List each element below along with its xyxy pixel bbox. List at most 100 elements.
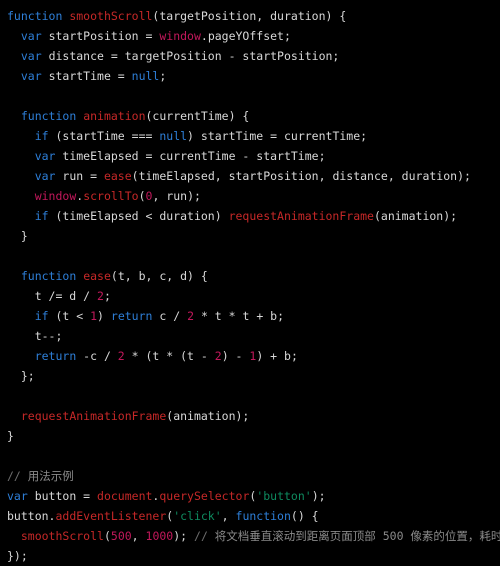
code-token-plain: * (t * (t - (124, 349, 215, 363)
code-line: function ease(t, b, c, d) { (0, 266, 500, 286)
code-line: if (t < 1) return c / 2 * t * t + b; (0, 306, 500, 326)
code-token-plain: , run); (152, 189, 201, 203)
code-token-plain: button. (7, 509, 56, 523)
code-token-plain: , (131, 529, 146, 543)
code-token-kw: function (235, 509, 291, 523)
code-line: var run = ease(timeElapsed, startPositio… (0, 166, 500, 186)
code-token-fn: scrollTo (83, 189, 139, 203)
code-token-plain: }; (7, 369, 35, 383)
code-token-plain: -c / (76, 349, 118, 363)
code-token-kw: var (20, 69, 42, 83)
code-token-plain: (animation); (166, 409, 250, 423)
code-token-plain: (animation); (373, 209, 458, 223)
code-token-plain: ; (103, 289, 111, 303)
code-token-plain: ); (311, 489, 326, 503)
code-line: var button = document.querySelector('but… (0, 486, 500, 506)
code-token-kw: var (34, 149, 56, 163)
code-token-cmt: // (7, 469, 28, 483)
code-line: }); (0, 546, 500, 566)
code-token-str: 'button' (256, 489, 312, 503)
code-token-plain: ) startTime = currentTime; (187, 129, 368, 143)
code-token-plain: ) + b; (256, 349, 298, 363)
code-token-kw: function (20, 269, 77, 283)
code-token-fn: requestAnimationFrame (228, 209, 374, 223)
code-token-plain: t /= d / (7, 289, 98, 303)
code-token-kw: function (7, 9, 63, 23)
code-line: function animation(currentTime) { (0, 106, 500, 126)
code-token-plain: * t * t + b; (194, 309, 285, 323)
code-token-num: 2 (187, 309, 195, 323)
code-token-num: 1000 (145, 529, 174, 543)
code-token-fn: smoothScroll (69, 9, 153, 23)
code-token-kw: if (34, 309, 49, 323)
code-token-kw: if (34, 129, 49, 143)
code-token-plain: (t < (48, 309, 91, 323)
code-line: var startTime = null; (0, 66, 500, 86)
code-line: var timeElapsed = currentTime - startTim… (0, 146, 500, 166)
code-token-kw: function (20, 109, 77, 123)
code-line: } (0, 226, 500, 246)
code-line: // 用法示例 (0, 466, 500, 486)
code-token-kw: null (159, 129, 188, 143)
code-token-plain: }); (7, 549, 28, 563)
code-token-plain: t--; (7, 329, 63, 343)
code-token-plain: ( (103, 529, 111, 543)
code-token-plain: (timeElapsed < duration) (48, 209, 229, 223)
code-token-cmt: // (194, 529, 215, 543)
code-viewer[interactable]: function smoothScroll(targetPosition, du… (0, 0, 500, 563)
code-token-plain: .pageYOffset; (200, 29, 291, 43)
code-token-plain: startTime = (41, 69, 132, 83)
code-line: if (startTime === null) startTime = curr… (0, 126, 500, 146)
code-token-plain: ( (138, 189, 146, 203)
code-line: requestAnimationFrame(animation); (0, 406, 500, 426)
code-token-plain: () { (290, 509, 319, 523)
code-token-num: 2 (117, 349, 125, 363)
code-token-num: 500 (110, 529, 132, 543)
code-line: if (timeElapsed < duration) requestAnima… (0, 206, 500, 226)
code-token-str: 'click' (173, 509, 222, 523)
code-token-plain: run = (55, 169, 104, 183)
code-token-obj: window (34, 189, 77, 203)
code-token-plain: } (7, 229, 28, 243)
code-token-fn: document (97, 489, 153, 503)
code-token-plain: (timeElapsed, startPosition, distance, d… (131, 169, 471, 183)
code-line: return -c / 2 * (t * (t - 2) - 1) + b; (0, 346, 500, 366)
code-token-num: 2 (214, 349, 222, 363)
code-token-plain: distance = targetPosition - startPositio… (41, 49, 340, 63)
code-token-plain: ; (159, 69, 167, 83)
code-token-cn: 用法示例 (27, 469, 74, 483)
code-token-kw: null (131, 69, 160, 83)
code-token-plain: (currentTime) { (145, 109, 250, 123)
code-line: t /= d / 2; (0, 286, 500, 306)
code-token-plain: ); (173, 529, 195, 543)
code-token-plain: startPosition = (41, 29, 160, 43)
code-line: }; (0, 366, 500, 386)
code-token-kw: var (20, 49, 42, 63)
code-token-fn: animation (83, 109, 146, 123)
code-token-plain: button = (27, 489, 98, 503)
code-line: button.addEventListener('click', functio… (0, 506, 500, 526)
code-line: window.scrollTo(0, run); (0, 186, 500, 206)
code-token-kw: var (20, 29, 42, 43)
code-token-num: 2 (97, 289, 104, 303)
code-token-fn: ease (83, 269, 111, 283)
code-token-plain: c / (152, 309, 188, 323)
code-token-plain: , (221, 509, 236, 523)
code-token-plain: ) - (221, 349, 250, 363)
code-token-plain: } (7, 429, 14, 443)
